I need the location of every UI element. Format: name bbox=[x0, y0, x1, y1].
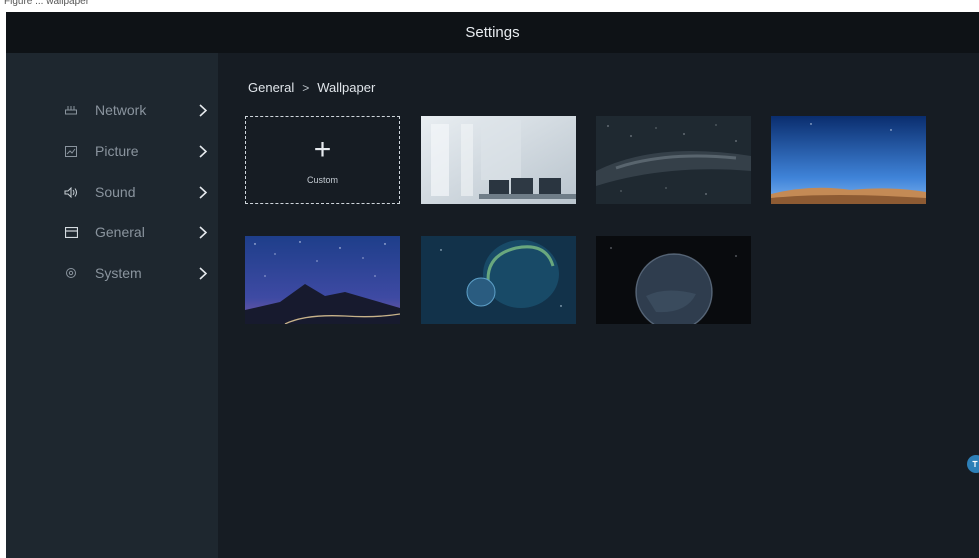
custom-wallpaper-button[interactable]: + Custom bbox=[245, 116, 400, 204]
sidebar-item-system[interactable]: System bbox=[6, 258, 218, 288]
sidebar: Network Picture Sound General System bbox=[6, 53, 218, 558]
wallpaper-thumbnail-milky-way[interactable] bbox=[596, 116, 751, 204]
chevron-right-icon bbox=[198, 144, 208, 158]
sidebar-item-general[interactable]: General bbox=[6, 217, 218, 247]
floating-assistant-button[interactable] bbox=[967, 455, 979, 473]
system-icon bbox=[64, 266, 78, 280]
chevron-right-icon bbox=[198, 266, 208, 280]
sidebar-item-sound[interactable]: Sound bbox=[6, 177, 218, 207]
plus-icon: + bbox=[313, 133, 332, 166]
breadcrumb-separator: > bbox=[302, 80, 310, 95]
breadcrumb: General > Wallpaper bbox=[248, 80, 375, 95]
custom-label: Custom bbox=[306, 175, 338, 185]
chevron-right-icon bbox=[198, 103, 208, 117]
sidebar-item-picture[interactable]: Picture bbox=[6, 136, 218, 166]
wallpaper-thumbnail-mountain-road-night[interactable] bbox=[245, 236, 400, 324]
sidebar-item-label: General bbox=[95, 224, 145, 240]
sidebar-item-label: Sound bbox=[95, 184, 136, 200]
sidebar-item-label: System bbox=[95, 265, 142, 281]
main-content: General > Wallpaper + Custom bbox=[218, 53, 979, 558]
network-icon bbox=[64, 103, 78, 117]
sound-icon bbox=[64, 185, 78, 199]
document-caption: Figure ... wallpaper bbox=[4, 0, 90, 7]
wallpaper-thumbnail-dark-planet[interactable] bbox=[596, 236, 751, 324]
wallpaper-thumbnail-planet-rings[interactable] bbox=[421, 236, 576, 324]
general-icon bbox=[64, 225, 78, 239]
picture-icon bbox=[64, 144, 78, 158]
breadcrumb-parent[interactable]: General bbox=[248, 80, 294, 95]
chevron-right-icon bbox=[198, 225, 208, 239]
breadcrumb-current: Wallpaper bbox=[317, 80, 376, 95]
window-title: Settings bbox=[465, 24, 520, 41]
wallpaper-thumbnail-meeting-room[interactable] bbox=[421, 116, 576, 204]
chevron-right-icon bbox=[198, 185, 208, 199]
sidebar-item-label: Picture bbox=[95, 143, 139, 159]
sidebar-item-network[interactable]: Network bbox=[6, 95, 218, 125]
wallpaper-thumbnail-desert-sky[interactable] bbox=[771, 116, 926, 204]
settings-window: Settings Network Picture Sound General S… bbox=[6, 12, 979, 558]
sidebar-item-label: Network bbox=[95, 102, 147, 118]
title-bar: Settings bbox=[6, 12, 979, 53]
